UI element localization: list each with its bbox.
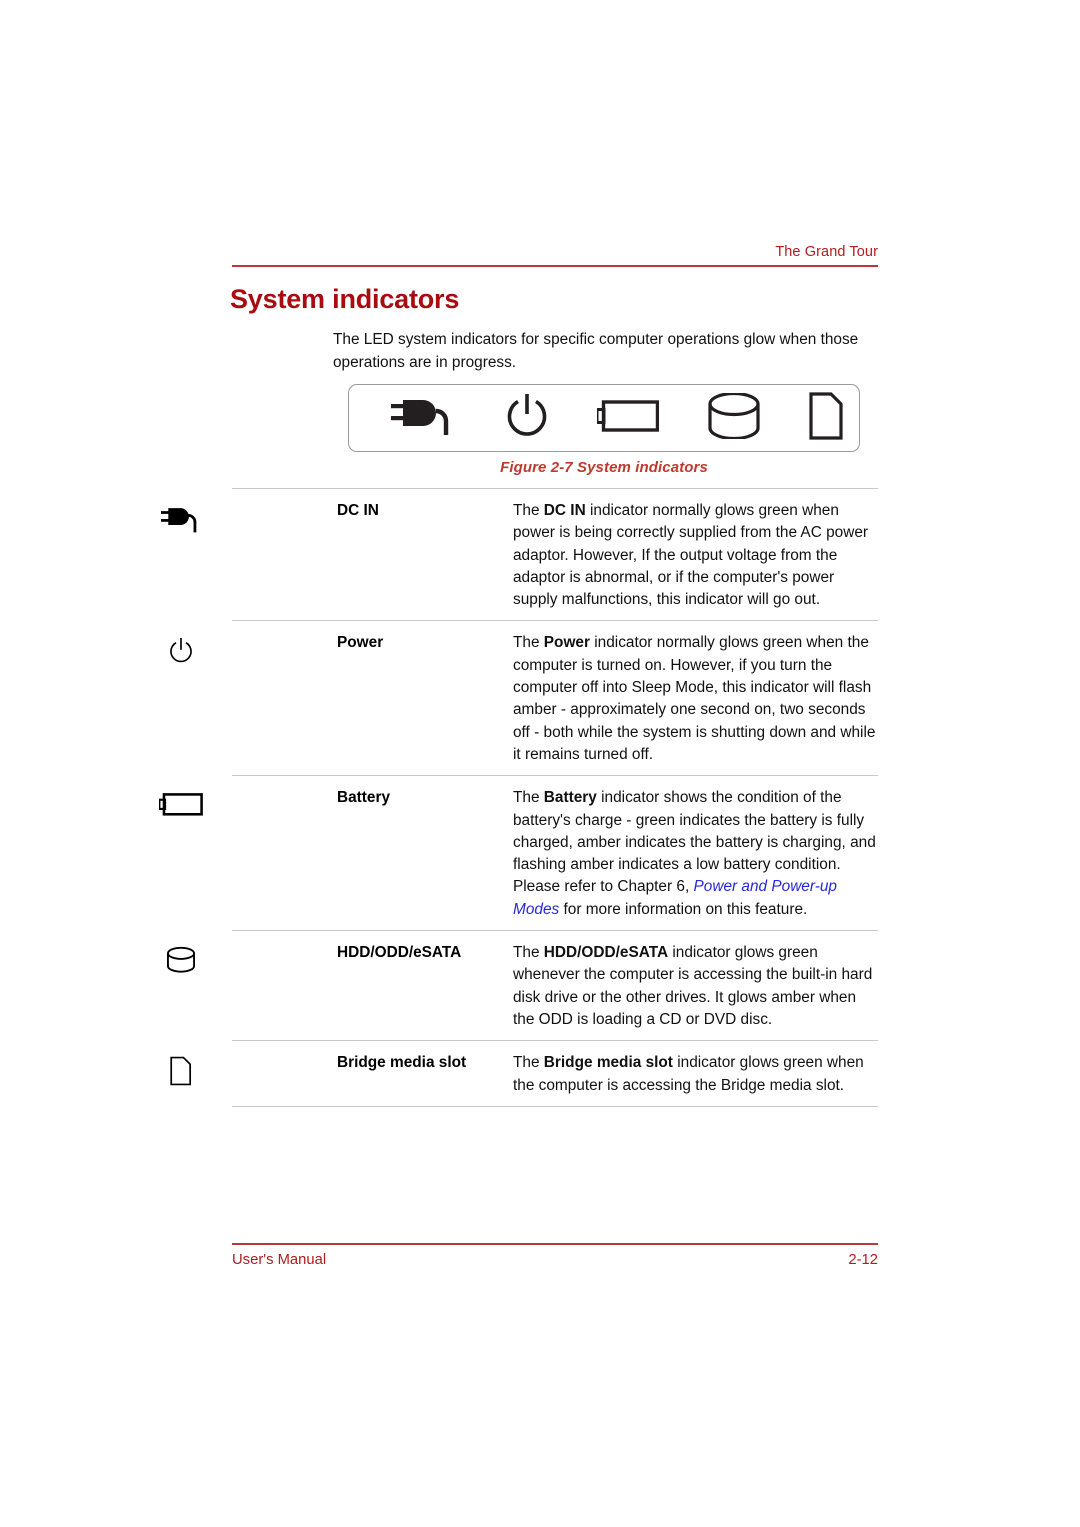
desc-bold-term: Power bbox=[543, 634, 590, 652]
desc-prefix: The bbox=[513, 634, 544, 652]
battery-icon bbox=[157, 791, 203, 822]
row-content: HDD/ODD/eSATA The HDD/ODD/eSATA indicato… bbox=[335, 942, 878, 1031]
footer-row: User's Manual 2-12 bbox=[232, 1252, 878, 1268]
desc-prefix: The bbox=[513, 944, 544, 962]
table-row: Bridge media slot The Bridge media slot … bbox=[169, 1040, 878, 1107]
desc-prefix: The bbox=[513, 1054, 544, 1072]
desc-prefix: The bbox=[513, 502, 544, 519]
page-number: 2-12 bbox=[848, 1251, 878, 1268]
indicator-description: The DC IN indicator normally glows green… bbox=[513, 500, 878, 611]
dc-in-plug-icon bbox=[160, 504, 201, 539]
running-head: The Grand Tour bbox=[775, 244, 878, 260]
indicator-name: HDD/ODD/eSATA bbox=[337, 944, 462, 962]
indicator-name: Battery bbox=[337, 789, 391, 807]
indicator-name: DC IN bbox=[337, 502, 379, 519]
desc-bold-term: DC IN bbox=[543, 502, 586, 519]
desc-prefix: The bbox=[513, 789, 544, 807]
row-icon-cell bbox=[129, 500, 232, 539]
bridge-media-card-icon bbox=[809, 391, 845, 445]
row-icon-cell bbox=[129, 787, 232, 822]
page-header: The Grand Tour bbox=[232, 243, 878, 267]
indicator-name: Bridge media slot bbox=[337, 1054, 467, 1072]
footer-document-title: User's Manual bbox=[232, 1251, 327, 1268]
dc-in-plug-icon bbox=[391, 394, 457, 443]
row-content: Bridge media slot The Bridge media slot … bbox=[335, 1052, 878, 1097]
figure-icon-row bbox=[349, 391, 859, 445]
table-row: Power The Power indicator normally glows… bbox=[169, 620, 878, 775]
indicator-name: Power bbox=[337, 634, 384, 652]
power-button-icon bbox=[168, 636, 194, 671]
page-title: System indicators bbox=[230, 284, 460, 314]
indicator-description: The Battery indicator shows the conditio… bbox=[513, 787, 878, 921]
indicator-description: The HDD/ODD/eSATA indicator glows green … bbox=[513, 942, 878, 1031]
hdd-cylinder-icon bbox=[707, 391, 761, 444]
system-indicators-table: DC IN The DC IN indicator normally glows… bbox=[157, 488, 878, 1107]
desc-bold-term: Battery bbox=[543, 789, 597, 807]
desc-suffix: for more information on this feature. bbox=[559, 900, 808, 918]
desc-bold-term: HDD/ODD/eSATA bbox=[543, 944, 669, 962]
power-button-icon bbox=[505, 393, 549, 444]
hdd-cylinder-icon bbox=[166, 946, 196, 979]
manual-page: The Grand Tour System indicators The LED… bbox=[0, 0, 1080, 1527]
page-footer: User's Manual 2-12 bbox=[232, 1243, 878, 1268]
row-icon-cell bbox=[129, 942, 232, 979]
indicator-description: The Power indicator normally glows green… bbox=[513, 632, 878, 766]
table-row: HDD/ODD/eSATA The HDD/ODD/eSATA indicato… bbox=[166, 930, 878, 1040]
header-rule bbox=[232, 265, 878, 267]
figure-indicator-panel bbox=[348, 384, 860, 452]
battery-icon bbox=[595, 398, 660, 439]
row-content: Battery The Battery indicator shows the … bbox=[335, 787, 878, 921]
table-row: Battery The Battery indicator shows the … bbox=[157, 775, 878, 930]
bridge-media-card-icon bbox=[169, 1056, 192, 1091]
indicator-description: The Bridge media slot indicator glows gr… bbox=[513, 1052, 878, 1097]
row-content: DC IN The DC IN indicator normally glows… bbox=[335, 500, 878, 611]
figure-caption: Figure 2-7 System indicators bbox=[500, 459, 708, 476]
row-icon-cell bbox=[129, 1052, 232, 1091]
desc-suffix: indicator normally glows green when the … bbox=[513, 634, 876, 763]
intro-paragraph: The LED system indicators for specific c… bbox=[333, 331, 859, 371]
footer-rule bbox=[232, 1243, 878, 1245]
row-icon-cell bbox=[129, 632, 232, 671]
row-content: Power The Power indicator normally glows… bbox=[335, 632, 878, 766]
table-row: DC IN The DC IN indicator normally glows… bbox=[160, 488, 878, 620]
desc-bold-term: Bridge media slot bbox=[543, 1054, 673, 1072]
